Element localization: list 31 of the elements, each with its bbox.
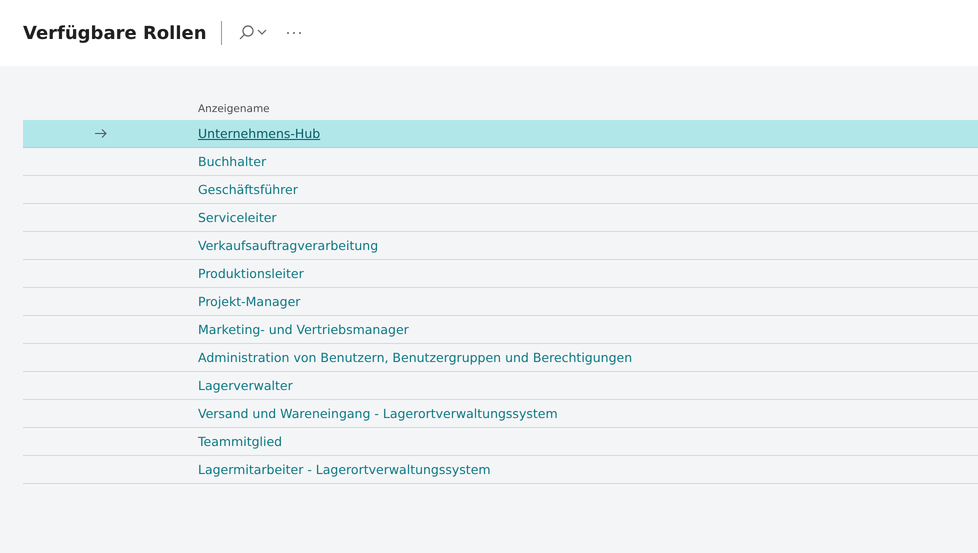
more-options-icon bbox=[286, 31, 302, 35]
role-link[interactable]: Verkaufsauftragverarbeitung bbox=[198, 238, 378, 253]
column-header[interactable]: Anzeigename bbox=[198, 103, 270, 115]
role-link[interactable]: Produktionsleiter bbox=[198, 266, 304, 281]
table-row[interactable]: Projekt-Manager bbox=[23, 288, 978, 316]
role-link[interactable]: Lagerverwalter bbox=[198, 378, 293, 393]
role-link[interactable]: Buchhalter bbox=[198, 154, 266, 169]
role-link[interactable]: Marketing- und Vertriebsmanager bbox=[198, 322, 409, 337]
role-link[interactable]: Teammitglied bbox=[198, 434, 282, 449]
role-link[interactable]: Geschäftsführer bbox=[198, 182, 298, 197]
table-row[interactable]: Lagerverwalter bbox=[23, 372, 978, 400]
table-row[interactable]: Lagermitarbeiter - Lagerortverwaltungssystem bbox=[23, 456, 978, 484]
table-row[interactable]: Verkaufsauftragverarbeitung bbox=[23, 232, 978, 260]
table-row[interactable]: Serviceleiter bbox=[23, 204, 978, 232]
role-link[interactable]: Serviceleiter bbox=[198, 210, 277, 225]
role-link[interactable]: Unternehmens-Hub bbox=[198, 126, 320, 141]
table-row[interactable]: Unternehmens-Hub bbox=[23, 120, 978, 148]
search-icon bbox=[238, 24, 268, 42]
page-title: Verfügbare Rollen bbox=[23, 22, 207, 44]
table-row[interactable]: Versand und Wareneingang - Lagerortverwaltungssystem bbox=[23, 400, 978, 428]
table-row[interactable]: Marketing- und Vertriebsmanager bbox=[23, 316, 978, 344]
table-row[interactable]: Produktionsleiter bbox=[23, 260, 978, 288]
role-link[interactable]: Lagermitarbeiter - Lagerortverwaltungssystem bbox=[198, 462, 491, 477]
role-link[interactable]: Administration von Benutzern, Benutzergruppen und Berechtigungen bbox=[198, 350, 632, 365]
role-link[interactable]: Projekt-Manager bbox=[198, 294, 300, 309]
table-row[interactable]: Buchhalter bbox=[23, 148, 978, 176]
table-row[interactable]: Teammitglied bbox=[23, 428, 978, 456]
table-row[interactable]: Administration von Benutzern, Benutzergruppen und Berechtigungen bbox=[23, 344, 978, 372]
role-link[interactable]: Versand und Wareneingang - Lagerortverwaltungssystem bbox=[198, 406, 558, 421]
arrow-right-icon bbox=[94, 129, 106, 138]
table-row[interactable]: Geschäftsführer bbox=[23, 176, 978, 204]
